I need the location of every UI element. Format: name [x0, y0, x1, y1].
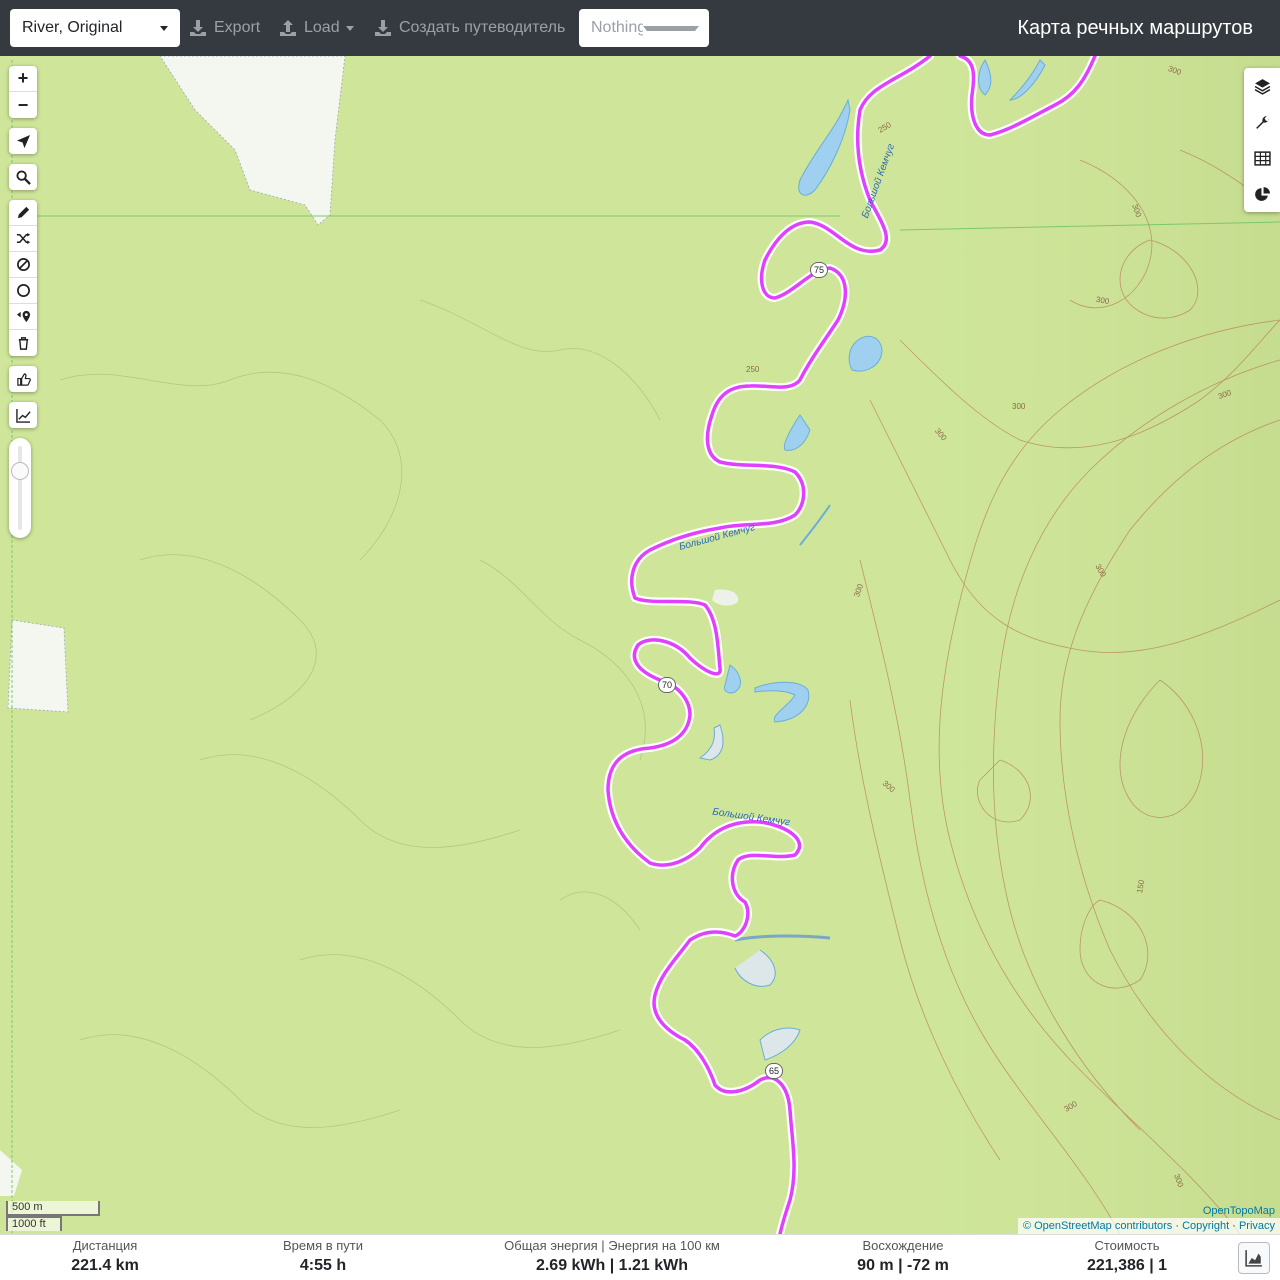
attribution-separator: · — [1172, 1220, 1183, 1232]
profile-select[interactable]: River, Original — [10, 9, 180, 47]
download-icon — [375, 20, 391, 36]
stat-value: 221,386 | 1 — [1086, 1257, 1168, 1274]
load-button[interactable]: Load — [278, 9, 354, 47]
opacity-slider[interactable] — [9, 438, 31, 538]
km-marker[interactable]: 70 — [658, 677, 676, 693]
circle-button[interactable] — [9, 278, 37, 304]
reverse-route-button[interactable] — [9, 226, 37, 252]
thumbs-up-icon — [16, 372, 31, 386]
wrench-icon — [1255, 115, 1269, 129]
table-icon — [1253, 150, 1271, 166]
shuffle-icon — [16, 232, 30, 245]
download-icon — [190, 20, 206, 36]
layers-button[interactable] — [1244, 68, 1280, 104]
stat-value: 4:55 h — [299, 1257, 347, 1274]
stat-label: Восхождение — [862, 1238, 944, 1253]
stat-cost: Стоимость 221,386 | 1 — [1087, 1237, 1167, 1277]
zoom-out-button[interactable]: − — [9, 92, 37, 118]
location-arrow-icon — [16, 134, 30, 148]
km-marker[interactable]: 65 — [765, 1063, 783, 1079]
contour-label: 250 — [746, 365, 760, 374]
feedback-control — [9, 366, 37, 392]
stat-label: Стоимость — [1094, 1238, 1160, 1253]
chevron-down-icon — [643, 25, 699, 31]
zoom-in-button[interactable]: + — [9, 66, 37, 92]
slider-track — [18, 446, 22, 530]
contour-label: 300 — [1012, 402, 1026, 411]
no-go-area-button[interactable] — [9, 252, 37, 278]
draw-toolbar — [9, 200, 37, 356]
route-stats-footer: Дистанция 221.4 km Время в пути 4:55 h О… — [0, 1234, 1280, 1280]
stat-distance: Дистанция 221.4 km — [71, 1237, 139, 1277]
app-title: Карта речных маршрутов — [1017, 16, 1253, 39]
circle-icon — [16, 284, 30, 297]
top-navbar: River, Original Export Load Создать путе… — [0, 0, 1280, 56]
delete-route-button[interactable] — [9, 330, 37, 356]
right-toolbar — [1244, 68, 1280, 212]
privacy-link[interactable]: Privacy — [1239, 1220, 1275, 1232]
scale-bar: 500 m 1000 ft — [6, 1201, 100, 1231]
load-label: Load — [304, 19, 340, 36]
search-icon — [15, 169, 31, 185]
layers-icon — [1254, 78, 1270, 95]
search-button[interactable] — [9, 164, 37, 190]
topo-map-canvas — [0, 56, 1280, 1234]
chevron-down-icon — [160, 25, 168, 31]
stat-label: Дистанция — [72, 1238, 138, 1253]
poi-button[interactable] — [9, 304, 37, 330]
ban-icon — [16, 258, 30, 271]
stat-value: 90 m | -72 m — [857, 1257, 949, 1274]
stat-label: Время в пути — [283, 1238, 363, 1253]
locate-button[interactable] — [9, 128, 37, 154]
chevron-down-icon — [345, 25, 354, 31]
stat-value: 221.4 km — [71, 1257, 139, 1274]
toggle-elevation-chart-button[interactable] — [1238, 1242, 1270, 1274]
thumbs-up-button[interactable] — [9, 366, 37, 392]
stat-ascent: Восхождение 90 m | -72 m — [857, 1237, 949, 1277]
map-marker-icon — [16, 310, 30, 323]
attribution-provider[interactable]: OpenTopoMap — [1018, 1203, 1280, 1218]
stats-button[interactable] — [1244, 176, 1280, 212]
draw-route-button[interactable] — [9, 200, 37, 226]
route-select-placeholder: Nothing selected — [591, 19, 644, 36]
locate-control — [9, 128, 37, 154]
elevation-chart-button[interactable] — [9, 402, 37, 428]
stat-energy: Общая энергия | Энергия на 100 км 2.69 k… — [504, 1237, 720, 1277]
zoom-control: + − — [9, 66, 37, 118]
create-guide-label: Создать путеводитель — [399, 19, 566, 36]
profile-select-value: River, Original — [22, 19, 123, 36]
line-chart-icon — [15, 408, 31, 423]
export-label: Export — [214, 19, 261, 36]
osm-contributors-link[interactable]: © OpenStreetMap contributors — [1023, 1220, 1172, 1232]
upload-icon — [280, 20, 296, 36]
map-view[interactable]: Большой Кемчуг Большой Кемчуг Большой Ке… — [0, 56, 1280, 1234]
scale-imperial: 1000 ft — [6, 1216, 62, 1231]
km-marker[interactable]: 75 — [810, 262, 828, 278]
copyright-link[interactable]: Copyright — [1182, 1220, 1229, 1232]
slider-handle[interactable] — [11, 462, 29, 480]
route-select[interactable]: Nothing selected — [579, 9, 709, 47]
stat-value: 2.69 kWh | 1.21 kWh — [535, 1257, 689, 1274]
pie-chart-icon — [1254, 186, 1270, 201]
area-chart-icon — [1245, 1250, 1262, 1267]
attribution: OpenTopoMap © OpenStreetMap contributors… — [1017, 1203, 1280, 1234]
trash-icon — [18, 336, 28, 350]
pencil-icon — [17, 206, 29, 219]
create-guide-button[interactable]: Создать путеводитель — [373, 9, 565, 47]
table-button[interactable] — [1244, 140, 1280, 176]
attribution-separator: · — [1229, 1220, 1239, 1232]
settings-button[interactable] — [1244, 104, 1280, 140]
search-control — [9, 164, 37, 190]
export-button[interactable]: Export — [188, 9, 260, 47]
elevation-control — [9, 402, 37, 428]
stat-label: Общая энергия | Энергия на 100 км — [504, 1238, 720, 1253]
scale-metric: 500 m — [6, 1201, 100, 1216]
stat-travel-time: Время в пути 4:55 h — [283, 1237, 363, 1277]
